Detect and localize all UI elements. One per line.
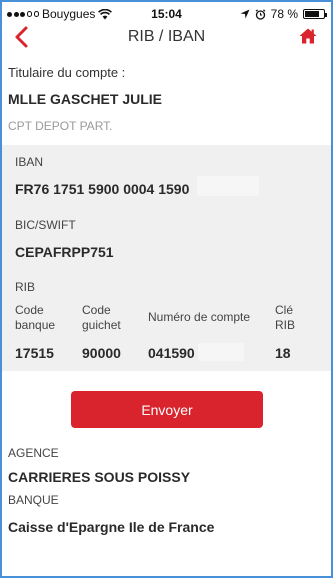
iban-redaction	[197, 176, 259, 196]
battery-fill	[305, 11, 319, 17]
agency-value: CARRIERES SOUS POISSY	[8, 469, 191, 485]
status-bar: Bouygues 15:04 78 %	[2, 2, 331, 24]
bic-value: CEPAFRPP751	[15, 244, 114, 260]
battery-icon	[303, 9, 327, 19]
page-title: RIB / IBAN	[127, 28, 206, 45]
rib-branch-code-value: 90000	[82, 345, 121, 361]
iban-label: IBAN	[15, 155, 44, 169]
rib-account-number-label: Numéro de compte	[148, 310, 251, 324]
account-number-redaction	[198, 343, 244, 361]
send-button[interactable]: Envoyer	[71, 391, 263, 428]
navigation-bar: RIB / IBAN	[2, 22, 331, 52]
rib-bank-code-value: 17515	[15, 345, 54, 361]
rib-key-value: 18	[275, 345, 291, 361]
owner-name: MLLE GASCHET JULIE	[8, 91, 163, 107]
battery-percent: 78 %	[270, 7, 298, 21]
account-type: CPT DEPOT PART.	[8, 119, 113, 133]
location-arrow-icon	[240, 9, 250, 19]
rib-label: RIB	[15, 280, 36, 294]
agency-label: AGENCE	[8, 446, 59, 460]
iban-value: FR76 1751 5900 0004 1590	[15, 181, 190, 197]
bank-details-card: IBAN FR76 1751 5900 0004 1590 BIC/SWIFT …	[2, 145, 331, 371]
rib-key-label: Clé RIB	[275, 303, 296, 332]
home-icon[interactable]	[299, 28, 317, 44]
rib-branch-code-label: Code guichet	[82, 303, 121, 332]
bank-label: BANQUE	[8, 493, 59, 507]
bank-value: Caisse d'Epargne Ile de France	[8, 519, 215, 535]
rib-bank-code-label: Code banque	[15, 303, 56, 332]
bic-label: BIC/SWIFT	[15, 218, 76, 232]
owner-label: Titulaire du compte :	[8, 65, 126, 80]
status-right: 78 %	[240, 7, 327, 21]
rib-account-number-value: 041590	[148, 345, 195, 361]
alarm-icon	[255, 8, 266, 20]
phone-screen: Bouygues 15:04 78 % RIB / IBAN Titulaire…	[0, 0, 333, 578]
